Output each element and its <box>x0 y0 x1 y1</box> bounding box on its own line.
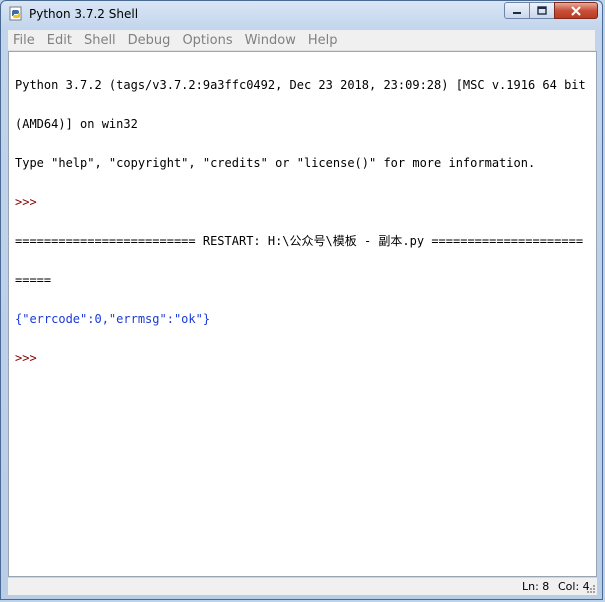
status-column-number: Col: 4 <box>558 580 590 593</box>
maximize-icon <box>537 6 547 15</box>
menu-window[interactable]: Window <box>239 33 302 48</box>
output-line: Type "help", "copyright", "credits" or "… <box>15 156 536 170</box>
restart-line: ========================= RESTART: H:\公众… <box>15 234 584 248</box>
shell-prompt-current[interactable]: >>> <box>15 352 596 365</box>
menu-debug[interactable]: Debug <box>122 33 177 48</box>
python-app-icon[interactable] <box>8 6 24 22</box>
program-output: {"errcode":0,"errmsg":"ok"} <box>15 312 211 326</box>
menu-shell[interactable]: Shell <box>78 33 122 48</box>
menu-edit[interactable]: Edit <box>41 33 78 48</box>
menu-help[interactable]: Help <box>302 33 344 48</box>
window-controls <box>504 2 598 19</box>
menu-options[interactable]: Options <box>176 33 238 48</box>
restart-line-continued: ===== <box>15 273 52 287</box>
status-line-number: Ln: 8 <box>522 580 550 593</box>
shell-window: Python 3.7.2 Shell File Edit Shell Debug… <box>0 0 603 600</box>
output-line: (AMD64)] on win32 <box>15 117 138 131</box>
menu-file[interactable]: File <box>8 33 41 48</box>
menu-bar: File Edit Shell Debug Options Window Hel… <box>8 30 595 51</box>
output-line: Python 3.7.2 (tags/v3.7.2:9a3ffc0492, De… <box>15 78 586 92</box>
close-icon <box>571 5 581 16</box>
size-grip-icon[interactable] <box>586 584 596 594</box>
shell-text-area[interactable]: Python 3.7.2 (tags/v3.7.2:9a3ffc0492, De… <box>8 51 597 577</box>
maximize-button[interactable] <box>529 2 555 19</box>
title-bar[interactable]: Python 3.7.2 Shell <box>1 1 602 29</box>
close-button[interactable] <box>554 2 598 19</box>
shell-prompt: >>> <box>15 195 44 209</box>
status-bar: Ln: 8 Col: 4 <box>8 577 597 595</box>
minimize-button[interactable] <box>504 2 530 19</box>
minimize-icon <box>513 11 521 14</box>
shell-output: Python 3.7.2 (tags/v3.7.2:9a3ffc0492, De… <box>9 52 596 391</box>
window-title: Python 3.7.2 Shell <box>29 7 139 21</box>
